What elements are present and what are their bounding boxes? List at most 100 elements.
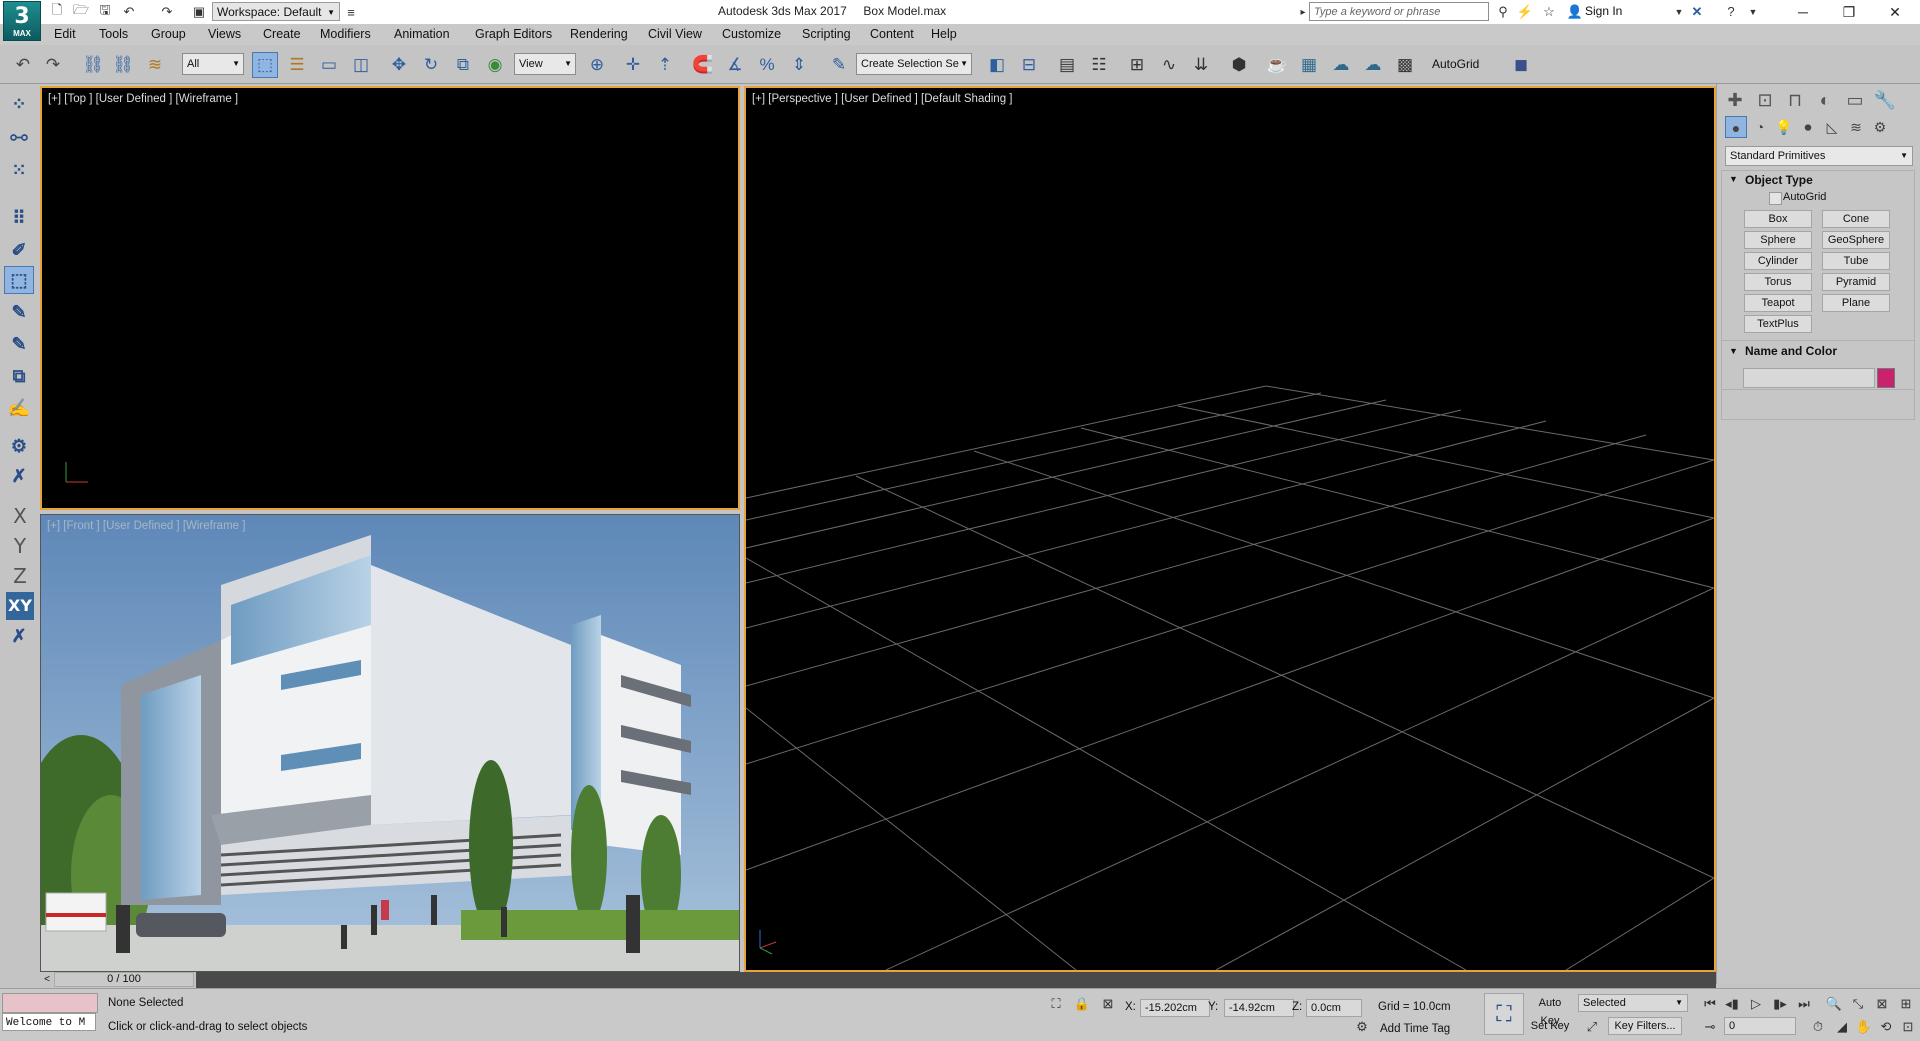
autodesk-exchange-icon[interactable]: ✕ — [1688, 3, 1706, 21]
schematic-view-icon[interactable]: ⇊ — [1188, 52, 1214, 78]
auto-key-button[interactable]: Auto Key — [1528, 994, 1572, 1027]
set-key-button[interactable]: Set Key — [1528, 1017, 1572, 1035]
key-mode-toggle-icon[interactable]: ⊸ — [1700, 1017, 1720, 1037]
unlink-selection-icon[interactable]: ⛓ — [110, 52, 136, 78]
zoom-extents-icon[interactable]: ⊠ — [1872, 994, 1892, 1014]
cylinder-button[interactable]: Cylinder — [1744, 252, 1812, 270]
toggle-ribbon-icon[interactable]: ⊞ — [1124, 52, 1150, 78]
maxscript-listener-input[interactable] — [2, 993, 98, 1013]
key-filters-button[interactable]: Key Filters... — [1608, 1017, 1682, 1035]
menu-views[interactable]: Views — [208, 27, 241, 41]
material-editor-icon[interactable]: ⬢ — [1226, 52, 1252, 78]
selection-lock-icon[interactable]: 🔒 — [1072, 994, 1092, 1014]
viewport-front-label[interactable]: [+] [Front ] [User Defined ] [Wireframe … — [47, 520, 245, 532]
window-crossing-icon[interactable]: ◫ — [348, 52, 374, 78]
lights-icon[interactable]: 💡 — [1773, 116, 1795, 138]
communication-center-icon[interactable]: ⚡ — [1516, 3, 1534, 21]
new-file-icon[interactable]: 🗋 — [48, 2, 66, 21]
geosphere-button[interactable]: GeoSphere — [1822, 231, 1890, 249]
default-in-out-tangent-icon[interactable]: ⤢ — [1582, 1017, 1602, 1037]
named-selection-dropdown[interactable]: Create Selection Se ▼ — [856, 53, 972, 75]
menu-modifiers[interactable]: Modifiers — [320, 27, 371, 41]
field-of-view-icon[interactable]: ◢ — [1832, 1017, 1852, 1037]
space-warps-icon[interactable]: ≋ — [1845, 116, 1867, 138]
geometry-icon[interactable]: ● — [1725, 116, 1747, 138]
menu-edit[interactable]: Edit — [54, 27, 76, 41]
menu-animation[interactable]: Animation — [394, 27, 450, 41]
percent-snap-icon[interactable]: % — [754, 52, 780, 78]
vertex-selection-icon[interactable]: ⁙ — [4, 156, 34, 184]
select-and-scale-icon[interactable]: ⧉ — [450, 52, 476, 78]
bind-to-space-warp-icon[interactable]: ≋ — [142, 52, 168, 78]
paint-selection-icon[interactable]: ✍ — [4, 394, 34, 422]
angle-snap-tool-icon[interactable]: ⚙ — [4, 432, 34, 460]
zoom-extents-all-icon[interactable]: ⊞ — [1896, 994, 1916, 1014]
set-key-big-icon[interactable]: ⛶ — [1484, 993, 1524, 1035]
object-color-swatch[interactable] — [1877, 368, 1895, 388]
time-tag-icon[interactable]: ⚙ — [1352, 1017, 1372, 1037]
rendered-frame-window-icon[interactable]: ▦ — [1296, 52, 1322, 78]
cameras-icon[interactable]: ⏺ — [1797, 116, 1819, 138]
maxscript-output[interactable]: Welcome to M — [2, 1013, 96, 1031]
viewport-perspective[interactable]: [+] [Perspective ] [User Defined ] [Defa… — [744, 86, 1716, 972]
current-frame-spinner[interactable]: 0 — [1724, 1017, 1796, 1035]
axis-z-button[interactable]: Z — [6, 562, 34, 590]
plane-button[interactable]: Plane — [1822, 294, 1890, 312]
undo-icon[interactable]: ↶ — [120, 3, 138, 21]
textplus-button[interactable]: TextPlus — [1744, 315, 1812, 333]
collapse-icon[interactable]: ▼ — [1729, 174, 1738, 184]
menu-tools[interactable]: Tools — [99, 27, 128, 41]
play-icon[interactable]: ▷ — [1746, 994, 1766, 1014]
region-select-icon[interactable]: ⬚ — [4, 266, 34, 294]
mirror-icon[interactable]: ◧ — [984, 52, 1010, 78]
prev-frame-arrow-icon[interactable]: < — [40, 972, 54, 987]
viewport-front[interactable]: [+] [Front ] [User Defined ] [Wireframe … — [40, 514, 740, 972]
menu-customize[interactable]: Customize — [722, 27, 781, 41]
object-name-input[interactable] — [1743, 368, 1875, 388]
render-setup-icon[interactable]: ☕ — [1264, 52, 1290, 78]
torus-button[interactable]: Torus — [1744, 273, 1812, 291]
add-time-tag-button[interactable]: Add Time Tag — [1380, 1023, 1450, 1035]
app-menu-button[interactable]: 3 MAX — [3, 1, 41, 41]
workspace-menu-icon[interactable]: ≡ — [342, 3, 360, 21]
layer-explorer-icon[interactable]: ☷ — [1086, 52, 1112, 78]
menu-content[interactable]: Content — [870, 27, 914, 41]
align-icon[interactable]: ⊟ — [1016, 52, 1042, 78]
absolute-mode-icon[interactable]: ⊠ — [1098, 994, 1118, 1014]
select-and-place-icon[interactable]: ◉ — [482, 52, 508, 78]
teapot-button[interactable]: Teapot — [1744, 294, 1812, 312]
create-box-icon[interactable]: ◼ — [1508, 52, 1534, 78]
user-icon[interactable]: 👤 — [1566, 3, 1584, 21]
autogrid-checkbox[interactable] — [1769, 192, 1782, 205]
menu-graph-editors[interactable]: Graph Editors — [475, 27, 552, 41]
curve-editor-icon[interactable]: ∿ — [1156, 52, 1182, 78]
menu-group[interactable]: Group — [151, 27, 186, 41]
edit-shape-icon[interactable]: ✎ — [4, 298, 34, 326]
render-in-cloud-icon[interactable]: ☁ — [1360, 52, 1386, 78]
link-tool-icon[interactable]: ⧟ — [4, 122, 34, 150]
time-configuration-icon[interactable]: ⏱ — [1808, 1017, 1828, 1037]
viewport-perspective-label[interactable]: [+] [Perspective ] [User Defined ] [Defa… — [752, 93, 1012, 105]
pyramid-button[interactable]: Pyramid — [1822, 273, 1890, 291]
search-input[interactable]: Type a keyword or phrase — [1309, 2, 1489, 21]
pan-view-icon[interactable]: ✋ — [1854, 1017, 1874, 1037]
close-button[interactable]: ✕ — [1872, 0, 1918, 24]
select-object-icon[interactable]: ⬚ — [252, 52, 278, 78]
open-file-icon[interactable]: 🗁 — [72, 2, 90, 21]
select-and-link-icon[interactable]: ⛓ — [80, 52, 106, 78]
select-and-rotate-icon[interactable]: ↻ — [418, 52, 444, 78]
help-icon[interactable]: ? — [1722, 3, 1740, 21]
snaps-toggle-icon[interactable]: 🧲 — [690, 52, 716, 78]
save-file-icon[interactable]: 🖫 — [96, 2, 114, 21]
rectangular-selection-icon[interactable]: ▭ — [316, 52, 342, 78]
edit-poly-icon[interactable]: ✎ — [4, 330, 34, 358]
tube-button[interactable]: Tube — [1822, 252, 1890, 270]
pivot-center-icon[interactable]: ⊕ — [584, 52, 610, 78]
cone-button[interactable]: Cone — [1822, 210, 1890, 228]
undo-icon[interactable]: ↶ — [10, 52, 36, 78]
shapes-icon[interactable]: ◔ — [1749, 116, 1771, 138]
axis-xy-button[interactable]: XY — [6, 592, 34, 620]
zoom-icon[interactable]: 🔍 — [1824, 994, 1844, 1014]
object-type-header[interactable]: Object Type — [1745, 173, 1813, 187]
previous-frame-icon[interactable]: ◂▮ — [1722, 994, 1742, 1014]
